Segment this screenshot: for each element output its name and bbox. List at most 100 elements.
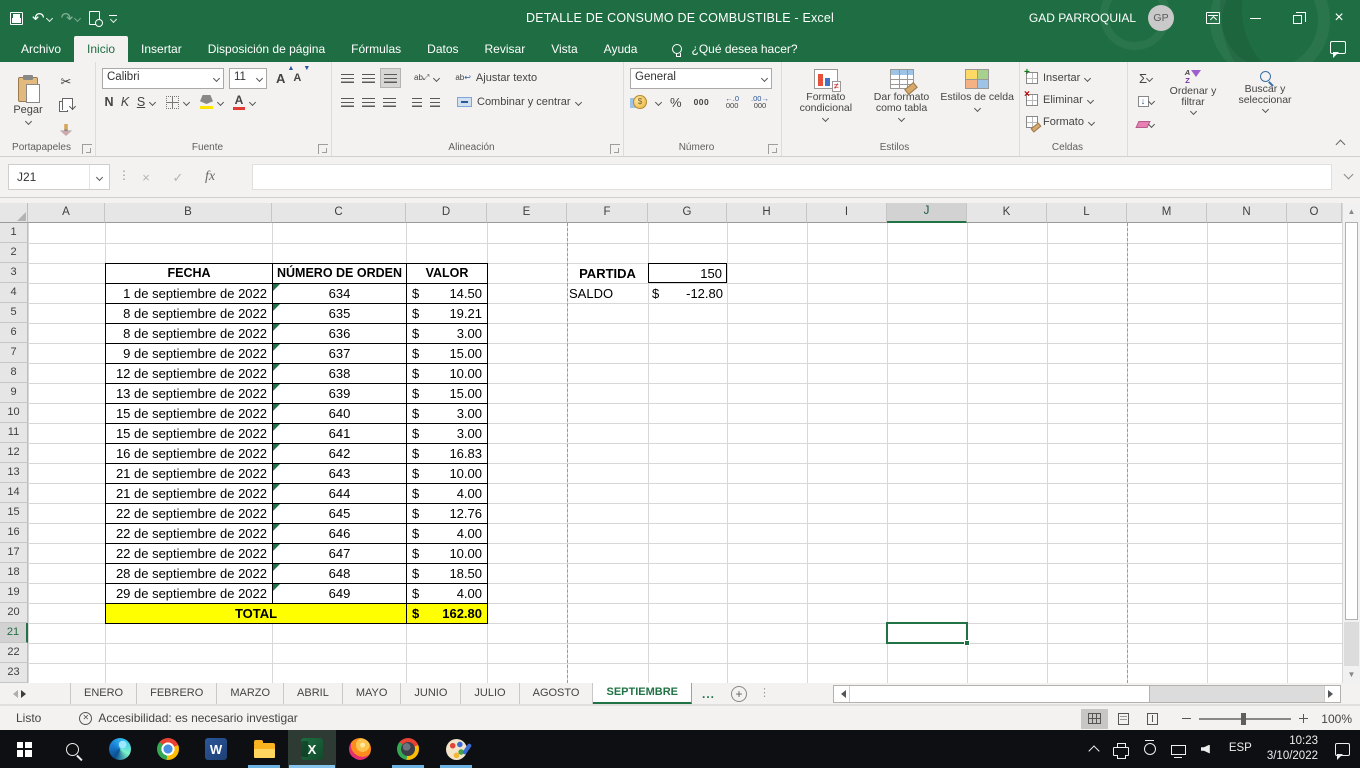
- cell-value[interactable]: $3.00: [407, 324, 488, 344]
- cell-order[interactable]: 644: [273, 484, 407, 504]
- sheet-tab-agosto[interactable]: AGOSTO: [520, 683, 594, 704]
- menu-tab-datos[interactable]: Datos: [414, 36, 471, 62]
- cell-value[interactable]: $12.76: [407, 504, 488, 524]
- taskbar-app-paint[interactable]: [432, 730, 480, 768]
- cell-value[interactable]: $15.00: [407, 384, 488, 404]
- row-header-20[interactable]: 20: [0, 603, 28, 623]
- cell-order[interactable]: 637: [273, 344, 407, 364]
- find-select-button[interactable]: Buscar y seleccionar: [1229, 66, 1301, 138]
- menu-tab-revisar[interactable]: Revisar: [472, 36, 539, 62]
- ribbon-display-options-button[interactable]: [1192, 0, 1234, 36]
- menu-tab-archivo[interactable]: Archivo: [8, 36, 74, 62]
- row-header-16[interactable]: 16: [0, 523, 28, 543]
- cell-value[interactable]: $15.00: [407, 344, 488, 364]
- horizontal-scrollbar[interactable]: [833, 685, 1341, 703]
- sheet-tab-junio[interactable]: JUNIO: [401, 683, 461, 704]
- column-header-m[interactable]: M: [1127, 203, 1207, 223]
- row-header-1[interactable]: 1: [0, 223, 28, 243]
- cell-date[interactable]: 8 de septiembre de 2022: [106, 324, 273, 344]
- cell-value[interactable]: $4.00: [407, 524, 488, 544]
- normal-view-button[interactable]: [1081, 709, 1108, 729]
- taskbar-app-excel[interactable]: X: [288, 730, 336, 768]
- taskbar-app-search[interactable]: [48, 730, 96, 768]
- cell-order[interactable]: 645: [273, 504, 407, 524]
- sort-filter-button[interactable]: AZ Ordenar y filtrar: [1157, 66, 1229, 138]
- cell-value[interactable]: $3.00: [407, 404, 488, 424]
- cell-order[interactable]: 648: [273, 564, 407, 584]
- column-header-f[interactable]: F: [567, 203, 648, 223]
- menu-tab-ayuda[interactable]: Ayuda: [591, 36, 651, 62]
- fill-button[interactable]: ↓: [1134, 91, 1157, 111]
- autosum-button[interactable]: Σ: [1134, 68, 1157, 88]
- sheet-tab-marzo[interactable]: MARZO: [217, 683, 284, 704]
- cell-value[interactable]: $4.00: [407, 484, 488, 504]
- row-header-13[interactable]: 13: [0, 463, 28, 483]
- cell-order[interactable]: 641: [273, 424, 407, 444]
- row-header-9[interactable]: 9: [0, 383, 28, 403]
- cell-value[interactable]: $14.50: [407, 284, 488, 304]
- fill-color-button[interactable]: [197, 92, 216, 112]
- cell-order[interactable]: 639: [273, 384, 407, 404]
- zoom-out-icon[interactable]: [1182, 718, 1191, 719]
- cell-order[interactable]: 649: [273, 584, 407, 604]
- cell-value[interactable]: $10.00: [407, 544, 488, 564]
- cell-value[interactable]: $10.00: [407, 364, 488, 384]
- sheet-tab-abril[interactable]: ABRIL: [284, 683, 343, 704]
- column-header-j[interactable]: J: [887, 203, 967, 223]
- number-format-select[interactable]: General: [630, 68, 772, 89]
- cell-date[interactable]: 15 de septiembre de 2022: [106, 424, 273, 444]
- cell-order[interactable]: 646: [273, 524, 407, 544]
- column-header-i[interactable]: I: [807, 203, 887, 223]
- screen-clip-icon[interactable]: [1144, 743, 1156, 755]
- clear-button[interactable]: [1134, 114, 1157, 134]
- partida-value-cell[interactable]: 150: [648, 263, 727, 283]
- font-dialog-launcher[interactable]: [318, 144, 328, 154]
- cell-date[interactable]: 16 de septiembre de 2022: [106, 444, 273, 464]
- cell-order[interactable]: 638: [273, 364, 407, 384]
- italic-button[interactable]: K: [118, 92, 132, 112]
- cell-date[interactable]: 9 de septiembre de 2022: [106, 344, 273, 364]
- collapse-ribbon-icon[interactable]: [1336, 140, 1346, 150]
- row-header-4[interactable]: 4: [0, 283, 28, 303]
- align-bottom-button[interactable]: [380, 68, 401, 88]
- partida-label-cell[interactable]: PARTIDA: [567, 263, 648, 283]
- column-header-b[interactable]: B: [105, 203, 272, 223]
- row-header-5[interactable]: 5: [0, 303, 28, 323]
- cell-value[interactable]: $4.00: [407, 584, 488, 604]
- scroll-up-icon[interactable]: ▲: [1343, 203, 1360, 220]
- delete-cells-button[interactable]: Eliminar: [1026, 89, 1123, 111]
- row-header-23[interactable]: 23: [0, 663, 28, 683]
- format-painter-button[interactable]: [54, 120, 78, 140]
- cell-date[interactable]: 22 de septiembre de 2022: [106, 544, 273, 564]
- accounting-format-button[interactable]: $: [630, 92, 650, 112]
- confirm-entry-icon[interactable]: ✓: [162, 164, 194, 190]
- align-left-button[interactable]: [338, 92, 357, 112]
- column-header-c[interactable]: C: [272, 203, 406, 223]
- more-sheets-button[interactable]: ...: [692, 683, 725, 704]
- row-header-12[interactable]: 12: [0, 443, 28, 463]
- cell-value[interactable]: $10.00: [407, 464, 488, 484]
- row-header-11[interactable]: 11: [0, 423, 28, 443]
- cell-date[interactable]: 21 de septiembre de 2022: [106, 484, 273, 504]
- cell-date[interactable]: 22 de septiembre de 2022: [106, 524, 273, 544]
- cell-date[interactable]: 1 de septiembre de 2022: [106, 284, 273, 304]
- cell-date[interactable]: 15 de septiembre de 2022: [106, 404, 273, 424]
- close-button[interactable]: ×: [1318, 0, 1360, 36]
- horizontal-scroll-thumb[interactable]: [850, 686, 1150, 702]
- menu-tab-disposicion-de-pagina[interactable]: Disposición de página: [195, 36, 338, 62]
- underline-button[interactable]: S: [134, 92, 148, 112]
- table-header-valor[interactable]: VALOR: [407, 264, 488, 284]
- action-center-icon[interactable]: [1335, 743, 1350, 756]
- name-box[interactable]: J21: [8, 164, 110, 190]
- language-indicator[interactable]: ESP: [1229, 743, 1252, 755]
- row-header-7[interactable]: 7: [0, 343, 28, 363]
- customize-qat-button[interactable]: [109, 15, 117, 22]
- cut-button[interactable]: ✂: [54, 72, 78, 92]
- column-header-a[interactable]: A: [28, 203, 105, 223]
- cell-order[interactable]: 642: [273, 444, 407, 464]
- column-header-k[interactable]: K: [967, 203, 1047, 223]
- cell-date[interactable]: 28 de septiembre de 2022: [106, 564, 273, 584]
- copy-button[interactable]: [54, 96, 78, 116]
- cell-date[interactable]: 13 de septiembre de 2022: [106, 384, 273, 404]
- zoom-in-icon[interactable]: [1299, 714, 1308, 723]
